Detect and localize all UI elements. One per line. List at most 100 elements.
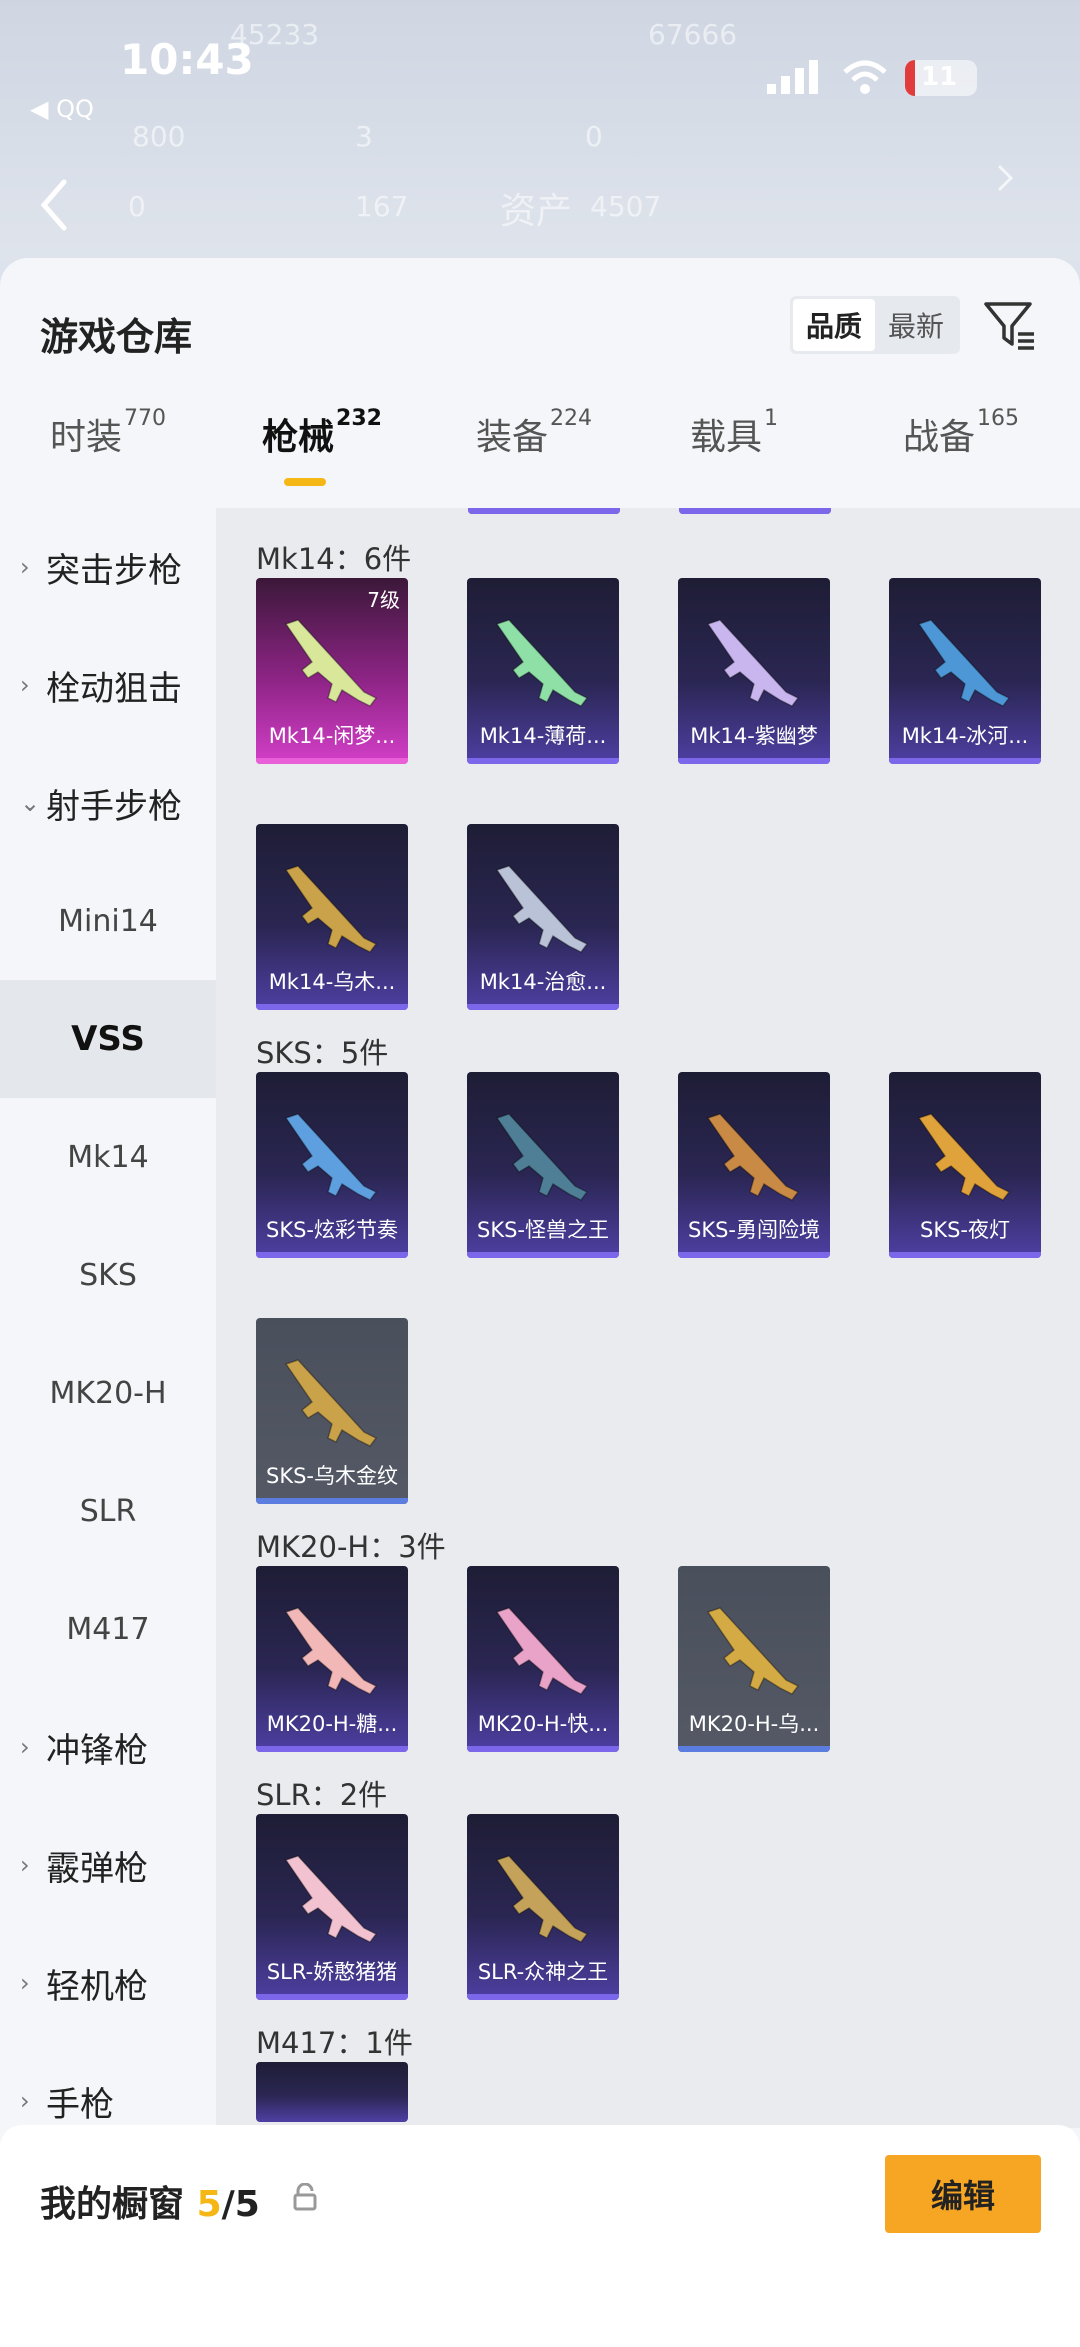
weapon-card[interactable]: SKS-夜灯: [889, 1072, 1041, 1258]
sidebar-item[interactable]: Mk14: [0, 1098, 216, 1216]
weapon-name: SLR-众神之王: [477, 1960, 609, 1984]
sidebar-item[interactable]: › 霰弹枪: [0, 1806, 216, 1924]
back-to-app-link[interactable]: ◀ QQ: [30, 95, 94, 123]
weapon-name: Mk14-闲梦...: [268, 724, 396, 748]
back-arrow-icon[interactable]: [36, 178, 72, 232]
tab-count: 232: [336, 406, 382, 431]
bg-value: 3: [355, 120, 373, 153]
sort-quality-button[interactable]: 品质: [793, 299, 875, 351]
weapon-name: MK20-H-乌...: [688, 1712, 820, 1736]
sort-toggle: 品质 最新: [790, 296, 960, 354]
weapon-name: SKS-夜灯: [919, 1218, 1010, 1242]
tab-2[interactable]: 装备224: [476, 406, 592, 460]
sidebar-item-label: M417: [66, 1611, 150, 1647]
sidebar-item-label: Mini14: [58, 903, 158, 939]
sidebar-item[interactable]: ⌄ 射手步枪: [0, 744, 216, 862]
weapon-card[interactable]: SLR-娇憨猪猪: [256, 1814, 408, 2000]
quality-strip: [256, 1746, 408, 1752]
quality-strip: [467, 1004, 619, 1010]
rifle-icon: [706, 1607, 800, 1695]
weapon-card[interactable]: SLR-众神之王: [467, 1814, 619, 2000]
quality-strip: [467, 1252, 619, 1258]
quality-strip: [678, 1252, 830, 1258]
rifle-icon: [284, 619, 378, 707]
bg-value: 0: [128, 190, 146, 223]
sidebar-item[interactable]: SKS: [0, 1216, 216, 1334]
weapon-name: SKS-勇闯险境: [687, 1218, 820, 1242]
sidebar-item[interactable]: M417: [0, 1570, 216, 1688]
sidebar-item-label: Mk14: [67, 1139, 149, 1175]
sidebar-item[interactable]: › 栓动狙击: [0, 626, 216, 744]
quality-strip: [467, 1994, 619, 2000]
quality-strip: [678, 1746, 830, 1752]
weapon-card[interactable]: SKS-怪兽之王: [467, 1072, 619, 1258]
sidebar-item[interactable]: › 冲锋枪: [0, 1688, 216, 1806]
quality-strip: [256, 1004, 408, 1010]
tab-1[interactable]: 枪械232: [262, 406, 382, 486]
sidebar-item[interactable]: Mini14: [0, 862, 216, 980]
chevron-right-icon: ›: [20, 1851, 30, 1879]
quality-strip: [467, 1746, 619, 1752]
sidebar-item-label: MK20-H: [49, 1375, 167, 1411]
weapon-card[interactable]: Mk14-治愈...: [467, 824, 619, 1010]
tab-count: 165: [977, 406, 1020, 431]
group-heading: MK20-H：3件: [256, 1530, 446, 1564]
sidebar-item[interactable]: MK20-H: [0, 1334, 216, 1452]
weapon-card[interactable]: SKS-勇闯险境: [678, 1072, 830, 1258]
weapon-card[interactable]: MK20-H-快...: [467, 1566, 619, 1752]
sidebar-item-label: 手枪: [46, 2084, 114, 2125]
partial-card: [468, 508, 620, 514]
tab-0[interactable]: 时装770: [50, 406, 167, 460]
weapon-card[interactable]: Mk14-紫幽梦: [678, 578, 830, 764]
sidebar-item[interactable]: › 轻机枪: [0, 1924, 216, 2042]
quality-strip: [678, 758, 830, 764]
tab-4[interactable]: 战备165: [903, 406, 1020, 460]
weapon-name: SKS-炫彩节奏: [265, 1218, 398, 1242]
chevron-right-icon: ›: [20, 553, 30, 581]
tab-3[interactable]: 载具1: [690, 406, 778, 460]
rifle-icon: [495, 1855, 589, 1943]
sidebar-item[interactable]: VSS: [0, 980, 216, 1098]
weapon-card[interactable]: Mk14-冰河...: [889, 578, 1041, 764]
tab-count: 770: [124, 406, 167, 431]
weapon-card[interactable]: Mk14-乌木...: [256, 824, 408, 1010]
wifi-icon: [843, 60, 887, 94]
rifle-icon: [284, 865, 378, 953]
quality-strip: [889, 758, 1041, 764]
bg-value: 4507: [590, 190, 662, 223]
weapon-card[interactable]: MK20-H-糖...: [256, 1566, 408, 1752]
rifle-icon: [917, 619, 1011, 707]
weapon-card[interactable]: SKS-炫彩节奏: [256, 1072, 408, 1258]
chevron-right-icon[interactable]: [995, 162, 1015, 194]
quality-strip: [889, 1252, 1041, 1258]
sort-latest-button[interactable]: 最新: [875, 299, 957, 351]
sidebar-item-label: 霰弹枪: [46, 1848, 148, 1889]
weapon-name: Mk14-治愈...: [479, 970, 607, 994]
sidebar-item[interactable]: SLR: [0, 1452, 216, 1570]
rifle-icon: [284, 1359, 378, 1447]
weapon-name: SKS-怪兽之王: [476, 1218, 609, 1242]
sidebar-item[interactable]: › 突击步枪: [0, 508, 216, 626]
bg-asset-label: 资产: [500, 191, 573, 232]
weapon-card[interactable]: 7级 Mk14-闲梦...: [256, 578, 408, 764]
weapon-card[interactable]: MK20-H-乌...: [678, 1566, 830, 1752]
weapon-name: SLR-娇憨猪猪: [266, 1960, 398, 1984]
weapon-card[interactable]: SKS-乌木金纹: [256, 1318, 408, 1504]
rifle-icon: [495, 1607, 589, 1695]
rifle-icon: [284, 1607, 378, 1695]
tab-label: 枪械: [262, 417, 335, 458]
sidebar-item-label: 冲锋枪: [46, 1730, 148, 1771]
rifle-icon: [917, 1113, 1011, 1201]
weapon-name: Mk14-乌木...: [268, 970, 396, 994]
active-tab-indicator: [284, 478, 326, 486]
edit-button[interactable]: 编辑: [885, 2155, 1041, 2233]
showcase-title: 我的橱窗: [40, 2184, 185, 2225]
tab-label: 战备: [903, 417, 976, 458]
rifle-icon: [495, 865, 589, 953]
weapon-card[interactable]: Mk14-薄荷...: [467, 578, 619, 764]
rifle-icon: [495, 1113, 589, 1201]
weapon-name: Mk14-紫幽梦: [690, 724, 818, 748]
weapon-grid: Mk14：6件 7级 Mk14-闲梦... Mk14-薄荷... Mk14-紫幽梦 Mk1…: [216, 508, 1080, 2128]
weapon-name: Mk14-冰河...: [901, 724, 1029, 748]
filter-icon[interactable]: [982, 298, 1038, 354]
